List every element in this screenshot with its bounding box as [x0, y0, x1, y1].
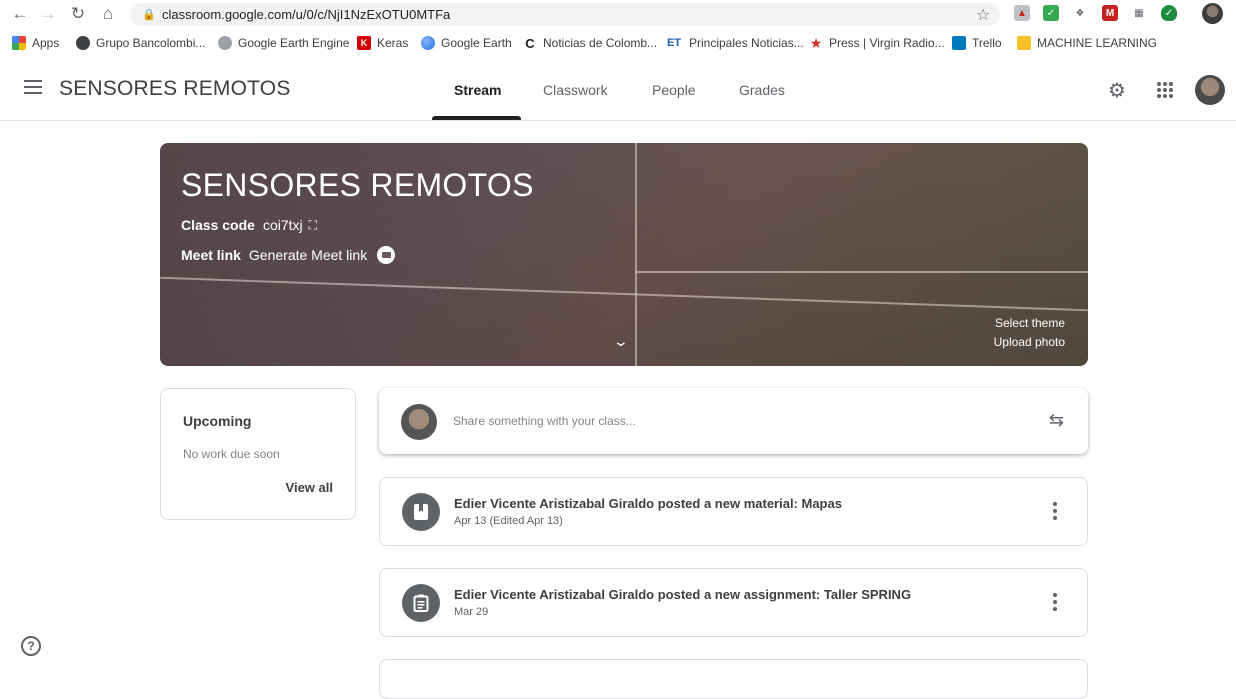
shield-extension-icon[interactable]: ✓	[1161, 5, 1177, 21]
fullscreen-icon[interactable]: ⛶	[309, 218, 317, 233]
trello-icon	[952, 36, 966, 50]
upcoming-card: Upcoming No work due soon View all	[160, 388, 356, 520]
m-extension-icon[interactable]: M	[1102, 5, 1118, 21]
generate-meet-link[interactable]: Generate Meet link	[249, 247, 367, 263]
map-line	[635, 143, 637, 366]
google-apps-icon[interactable]	[1153, 78, 1177, 102]
bookmark-label: Google Earth Engine	[238, 36, 350, 50]
help-icon[interactable]: ?	[21, 636, 41, 656]
user-avatar	[401, 404, 437, 440]
map-line	[636, 271, 1088, 273]
tab-stream[interactable]: Stream	[454, 82, 501, 98]
class-code-row: Class code coi7txj ⛶	[181, 217, 317, 233]
stream-post[interactable]: Edier Vicente Aristizabal Giraldo posted…	[379, 568, 1088, 637]
bookmark-apps[interactable]: Apps	[12, 36, 59, 50]
bookmark-label: Press | Virgin Radio...	[829, 36, 945, 50]
bookmark-label: Principales Noticias...	[689, 36, 804, 50]
banner-title: SENSORES REMOTOS	[181, 167, 534, 203]
noticias-icon: C	[523, 36, 537, 51]
bookmark-label: MACHINE LEARNING	[1037, 36, 1158, 50]
grid-extension-icon[interactable]: ▦	[1131, 5, 1147, 21]
post-title[interactable]: Edier Vicente Aristizabal Giraldo posted…	[454, 496, 842, 511]
et-icon: ET	[665, 36, 683, 50]
earth-icon	[421, 36, 435, 50]
stream-post[interactable]: Edier Vicente Aristizabal Giraldo posted…	[379, 477, 1088, 546]
tab-grades[interactable]: Grades	[739, 82, 785, 98]
globe-icon	[76, 36, 90, 50]
address-bar[interactable]: 🔒 classroom.google.com/u/0/c/NjI1NzExOTU…	[130, 3, 1000, 26]
more-options-icon[interactable]	[1053, 593, 1057, 614]
browser-toolbar: ← → ↻ ⌂ 🔒 classroom.google.com/u/0/c/NjI…	[0, 0, 1236, 29]
app-header: SENSORES REMOTOS Stream Classwork People…	[0, 58, 1236, 121]
stream-post-partial[interactable]	[379, 659, 1088, 699]
lock-icon: 🔒	[142, 9, 156, 21]
class-code-value[interactable]: coi7txj	[263, 217, 303, 233]
bookmark-label: Google Earth	[441, 36, 512, 50]
back-icon[interactable]: ←	[10, 4, 30, 24]
post-date: Apr 13 (Edited Apr 13)	[454, 515, 563, 527]
class-title[interactable]: SENSORES REMOTOS	[59, 77, 291, 101]
bookmark-principales-noticias[interactable]: ET Principales Noticias...	[665, 36, 804, 50]
bookmark-keras[interactable]: K Keras	[357, 36, 408, 50]
meet-video-icon[interactable]	[377, 246, 396, 264]
bookmark-grupo-bancolombia[interactable]: Grupo Bancolombi...	[76, 36, 205, 50]
bookmark-machine-learning[interactable]: MACHINE LEARNING	[1017, 36, 1157, 50]
pdf-extension-icon[interactable]: ▲	[1014, 5, 1030, 21]
bookmark-label: Apps	[32, 36, 60, 50]
bookmark-trello[interactable]: Trello	[952, 36, 1002, 50]
bookmark-label: Trello	[972, 36, 1002, 50]
bookmark-label: Noticias de Colomb...	[543, 36, 658, 50]
bookmark-star-icon[interactable]: ☆	[976, 5, 990, 25]
bookmarks-bar: Apps Grupo Bancolombi... Google Earth En…	[0, 29, 1236, 57]
folder-icon	[1017, 36, 1031, 50]
browser-profile-avatar[interactable]	[1202, 3, 1223, 24]
reuse-post-icon[interactable]: ⇆	[1049, 410, 1064, 431]
view-all-link[interactable]: View all	[286, 480, 333, 495]
star-icon: ★	[809, 34, 823, 51]
bookmark-label: Grupo Bancolombi...	[96, 36, 206, 50]
bookmark-noticias[interactable]: C Noticias de Colomb...	[523, 36, 658, 51]
bookmark-virgin-radio[interactable]: ★ Press | Virgin Radio...	[809, 34, 945, 51]
post-title[interactable]: Edier Vicente Aristizabal Giraldo posted…	[454, 587, 911, 602]
gear-icon	[218, 36, 232, 50]
dropbox-extension-icon[interactable]: ❖	[1072, 5, 1088, 21]
book-icon	[402, 493, 440, 531]
account-avatar[interactable]	[1195, 75, 1225, 105]
home-icon[interactable]: ⌂	[98, 4, 118, 24]
reload-icon[interactable]: ↻	[68, 4, 88, 24]
bookmark-label: Keras	[377, 36, 409, 50]
upload-photo-link[interactable]: Upload photo	[994, 335, 1065, 349]
bookmark-google-earth[interactable]: Google Earth	[421, 36, 512, 50]
apps-grid-icon	[12, 36, 26, 50]
share-box[interactable]: Share something with your class... ⇆	[379, 388, 1088, 454]
meet-link-row: Meet link Generate Meet link	[181, 246, 396, 264]
map-line	[160, 276, 1088, 312]
keras-icon: K	[357, 36, 371, 50]
expand-chevron-icon[interactable]: ⌄	[613, 333, 629, 350]
grammarly-extension-icon[interactable]: ✓	[1043, 5, 1059, 21]
upcoming-title: Upcoming	[183, 413, 252, 429]
class-code-label: Class code	[181, 217, 255, 233]
more-options-icon[interactable]	[1053, 502, 1057, 523]
active-tab-indicator	[432, 116, 521, 120]
main-menu-icon[interactable]	[24, 80, 42, 94]
bookmark-earth-engine[interactable]: Google Earth Engine	[218, 36, 349, 50]
post-date: Mar 29	[454, 606, 489, 618]
tab-classwork[interactable]: Classwork	[543, 82, 608, 98]
upcoming-subtitle: No work due soon	[183, 447, 280, 461]
share-placeholder[interactable]: Share something with your class...	[453, 414, 636, 428]
select-theme-link[interactable]: Select theme	[995, 316, 1065, 330]
settings-gear-icon[interactable]: ⚙	[1105, 78, 1129, 102]
url-text[interactable]: classroom.google.com/u/0/c/NjI1NzExOTU0M…	[162, 7, 450, 22]
assignment-icon	[402, 584, 440, 622]
forward-icon[interactable]: →	[38, 4, 58, 24]
tab-people[interactable]: People	[652, 82, 696, 98]
class-banner: SENSORES REMOTOS Class code coi7txj ⛶ Me…	[160, 143, 1088, 366]
meet-link-label: Meet link	[181, 247, 241, 263]
